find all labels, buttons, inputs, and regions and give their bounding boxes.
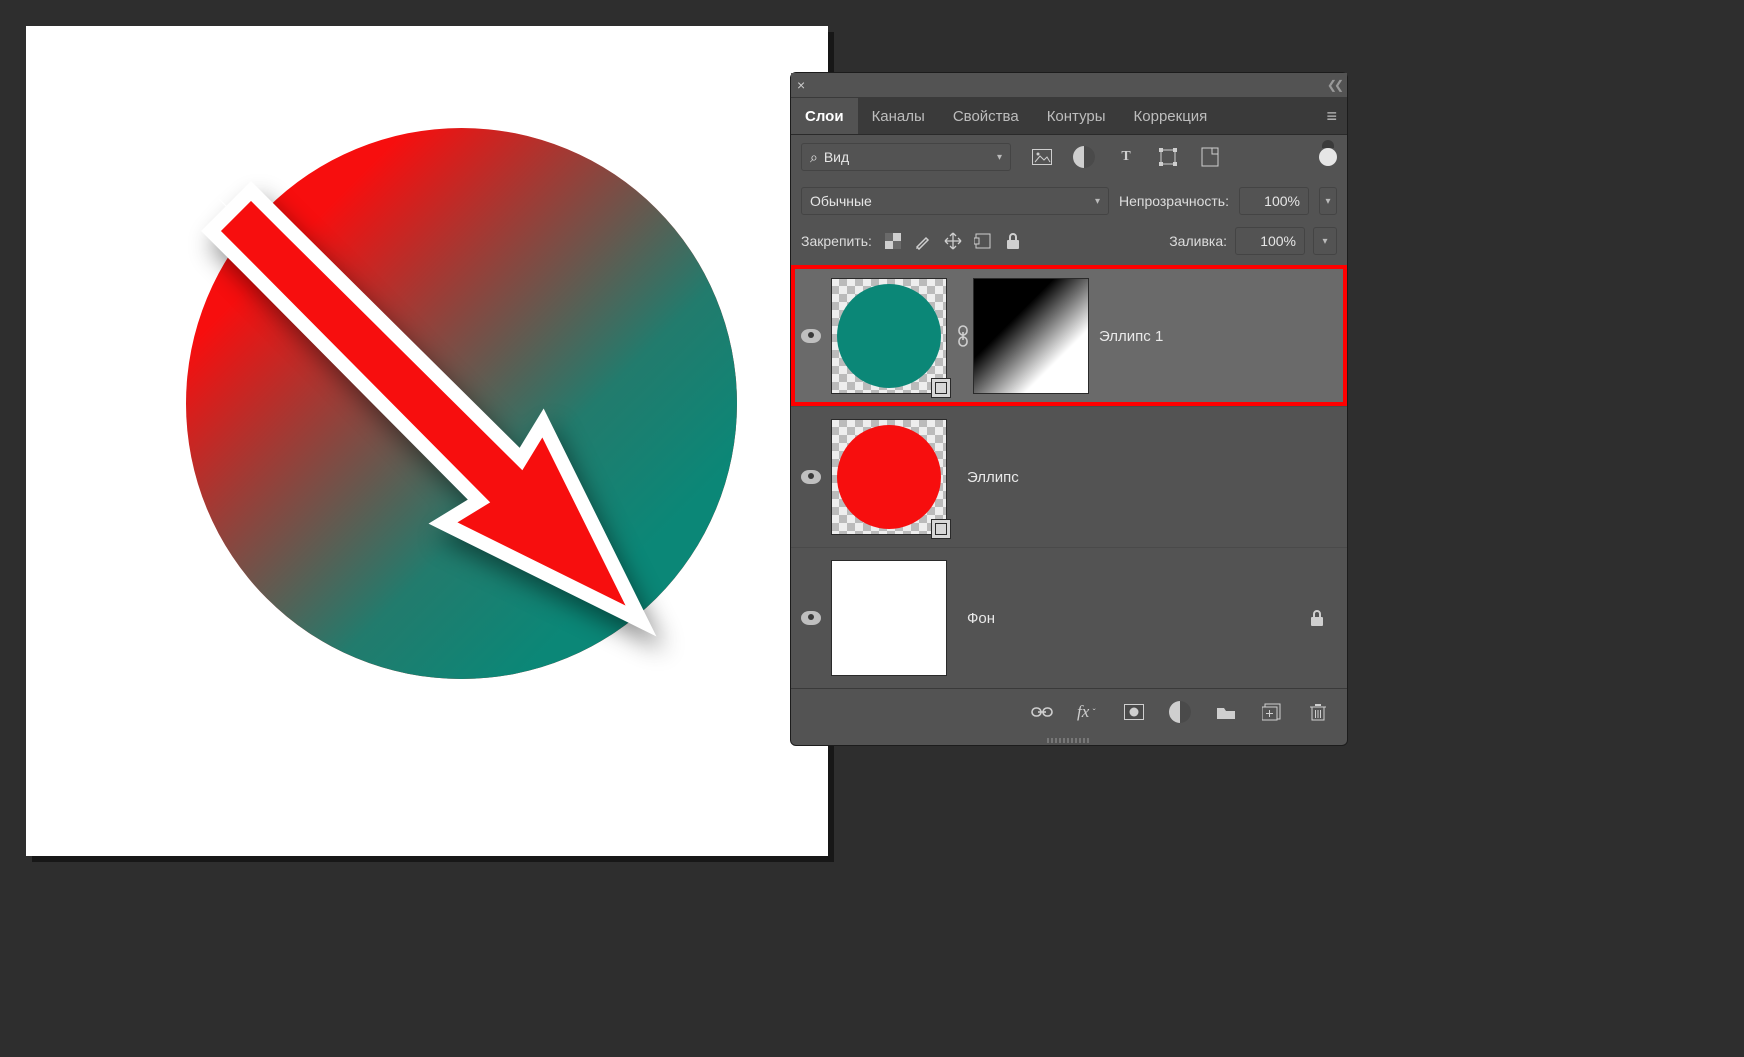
tab-label: Каналы (872, 108, 925, 125)
mask-icon[interactable] (1123, 701, 1145, 723)
trash-icon[interactable] (1307, 701, 1329, 723)
shape-filter-icon[interactable] (1157, 146, 1179, 168)
fill-value[interactable]: 100% (1235, 227, 1305, 255)
layer-thumbnail[interactable] (831, 419, 947, 535)
visibility-toggle[interactable] (797, 470, 825, 484)
visibility-toggle[interactable] (797, 329, 825, 343)
layer-filter-row: ⌕ Вид ▾ T (791, 135, 1347, 179)
layer-thumbnail[interactable] (831, 278, 947, 394)
tab-channels[interactable]: Каналы (858, 98, 939, 134)
document-canvas[interactable] (26, 26, 828, 856)
blend-mode-select[interactable]: Обычные ▾ (801, 187, 1109, 215)
fx-icon[interactable]: fxˇ (1077, 701, 1099, 723)
opacity-value-text: 100% (1264, 193, 1300, 209)
close-icon[interactable]: × (797, 77, 805, 93)
chevron-down-icon: ▾ (1095, 196, 1100, 207)
tab-paths[interactable]: Контуры (1033, 98, 1120, 134)
tab-label: Контуры (1047, 108, 1106, 125)
thumb-shape (837, 425, 941, 529)
layer-name: Эллипс 1 (1099, 328, 1163, 345)
resize-grip[interactable] (791, 735, 1347, 745)
fill-stepper[interactable]: ▾ (1313, 227, 1337, 255)
layer-row[interactable]: Фон (791, 547, 1347, 688)
tab-layers[interactable]: Слои (791, 98, 858, 134)
adjustment-filter-icon[interactable] (1073, 146, 1095, 168)
eye-icon (801, 329, 821, 343)
image-filter-icon[interactable] (1031, 146, 1053, 168)
blend-mode-value: Обычные (810, 193, 872, 209)
layers-list: Эллипс 1 Эллипс Фон (791, 265, 1347, 688)
shape-badge-icon (931, 519, 951, 539)
opacity-value[interactable]: 100% (1239, 187, 1309, 215)
panel-tabs: Слои Каналы Свойства Контуры Коррекция ≡ (791, 98, 1347, 135)
fill-value-text: 100% (1260, 233, 1296, 249)
new-layer-icon[interactable] (1261, 701, 1283, 723)
collapse-icon[interactable]: ❮❮ (1327, 78, 1341, 92)
group-icon[interactable] (1215, 701, 1237, 723)
search-icon: ⌕ (810, 149, 818, 166)
layer-row[interactable]: Эллипс (791, 406, 1347, 547)
tab-adjustments[interactable]: Коррекция (1120, 98, 1222, 134)
tab-label: Свойства (953, 108, 1019, 125)
opacity-label: Непрозрачность: (1119, 193, 1229, 209)
tab-label: Слои (805, 108, 844, 125)
thumb-shape (837, 284, 941, 388)
layer-thumbnail[interactable] (831, 560, 947, 676)
lock-row: Закрепить: Заливка: 100% ▾ (791, 223, 1347, 265)
filter-toggle-switch[interactable] (1319, 148, 1337, 166)
lock-artboard-icon[interactable] (972, 230, 994, 252)
panel-menu-icon[interactable]: ≡ (1316, 98, 1347, 134)
lock-all-icon[interactable] (1002, 230, 1024, 252)
layer-row[interactable]: Эллипс 1 (791, 265, 1347, 406)
filter-type-label: Вид (824, 149, 849, 165)
lock-transparency-icon[interactable] (882, 230, 904, 252)
lock-label: Закрепить: (801, 233, 872, 249)
visibility-toggle[interactable] (797, 611, 825, 625)
annotation-arrow (201, 181, 671, 651)
tab-properties[interactable]: Свойства (939, 98, 1033, 134)
layer-mask-thumbnail[interactable] (973, 278, 1089, 394)
type-filter-icon[interactable]: T (1115, 146, 1137, 168)
eye-icon (801, 470, 821, 484)
layer-name: Эллипс (967, 469, 1019, 486)
lock-paint-icon[interactable] (912, 230, 934, 252)
shape-badge-icon (931, 378, 951, 398)
lock-icon[interactable] (1309, 609, 1325, 627)
layer-name: Фон (967, 610, 995, 627)
link-icon[interactable] (1031, 701, 1053, 723)
layers-panel: × ❮❮ Слои Каналы Свойства Контуры Коррек… (790, 72, 1348, 746)
lock-position-icon[interactable] (942, 230, 964, 252)
tab-label: Коррекция (1134, 108, 1208, 125)
blend-opacity-row: Обычные ▾ Непрозрачность: 100% ▾ (791, 179, 1347, 223)
smartobj-filter-icon[interactable] (1199, 146, 1221, 168)
fill-label: Заливка: (1169, 233, 1227, 249)
adjustment-icon[interactable] (1169, 701, 1191, 723)
opacity-stepper[interactable]: ▾ (1319, 187, 1337, 215)
chevron-down-icon: ▾ (997, 152, 1002, 163)
panel-footer: fxˇ (791, 688, 1347, 735)
filter-type-select[interactable]: ⌕ Вид ▾ (801, 143, 1011, 171)
eye-icon (801, 611, 821, 625)
panel-titlebar: × ❮❮ (791, 73, 1347, 98)
mask-link-icon[interactable] (953, 325, 973, 347)
